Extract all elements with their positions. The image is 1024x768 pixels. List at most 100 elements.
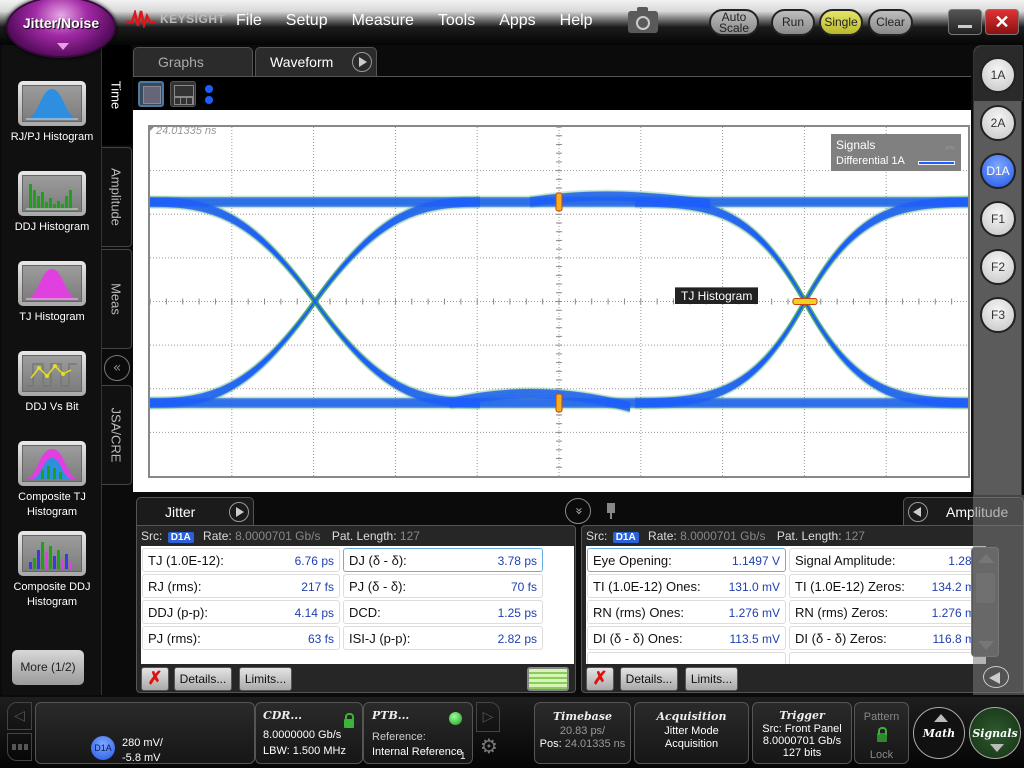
result-dj[interactable]: DJ (δ - δ): 3.78 ps [343, 548, 543, 572]
palette-item-rj-pj-histogram[interactable]: RJ/PJ Histogram [2, 81, 102, 145]
palette-item-composite-ddj-histogram[interactable]: Composite DDJ Histogram [2, 531, 102, 610]
result-label: PJ (δ - δ): [349, 579, 407, 594]
result-ti-zeros[interactable]: TI (1.0E-12) Zeros: 134.2 mV [789, 574, 986, 598]
signals-button[interactable]: Signals [969, 707, 1021, 759]
channel-status[interactable]: 280 mV/ -5.8 mV [35, 702, 255, 764]
grid-menu-icon[interactable] [7, 733, 32, 761]
result-label: TJ (1.0E-12): [148, 553, 224, 568]
menu-measure[interactable]: Measure [352, 12, 426, 30]
tab-jitter[interactable]: Jitter [136, 497, 254, 525]
cdr-status[interactable]: CDR... 8.0000000 Gb/s LBW: 1.500 MHz [255, 702, 363, 764]
delete-measurement-button[interactable]: ✗ [586, 667, 614, 691]
channel-badge[interactable]: D1A [91, 736, 115, 760]
signal-f2-button[interactable]: F2 [980, 249, 1016, 285]
dropdown-arrow-icon [57, 43, 69, 50]
result-label: RJ (rms): [148, 579, 202, 594]
result-rn-ones[interactable]: RN (rms) Ones: 1.276 mV [587, 600, 786, 624]
menu-help[interactable]: Help [560, 12, 605, 30]
palette-label: DDJ Vs Bit [25, 401, 79, 413]
math-button[interactable]: Math [913, 707, 965, 759]
acquisition-status[interactable]: Acquisition Jitter Mode Acquisition [634, 702, 749, 764]
multi-grid-layout-button[interactable] [170, 81, 196, 107]
signal-1a-button[interactable]: 1A [980, 57, 1016, 93]
limits-button[interactable]: Limits... [239, 667, 292, 691]
jitter-results: TJ (1.0E-12): 6.76 ps DJ (δ - δ): 3.78 ps … [141, 546, 574, 664]
back-icon[interactable] [908, 502, 928, 522]
menu-tools[interactable]: Tools [438, 12, 487, 30]
pin-icon[interactable] [607, 503, 615, 519]
signals-legend[interactable]: Signals ︽ Differential 1A [831, 134, 961, 171]
close-button[interactable]: ✕ [985, 9, 1019, 35]
trigger-status[interactable]: Trigger Src: Front Panel 8.0000701 Gb/s … [752, 702, 852, 764]
result-ddj[interactable]: DDJ (p-p): 4.14 ps [142, 600, 340, 624]
signal-2a-button[interactable]: 2A [980, 105, 1016, 141]
results-view-icon[interactable] [527, 667, 569, 691]
collapse-palette-button[interactable]: « [104, 355, 130, 381]
result-pj-rms[interactable]: PJ (rms): 63 fs [142, 626, 340, 650]
result-label: DDJ (p-p): [148, 605, 208, 620]
delete-measurement-button[interactable]: ✗ [141, 667, 169, 691]
tab-waveform[interactable]: Waveform [255, 47, 377, 76]
pattern-length-value: 127 [844, 529, 865, 543]
collapse-left-icon[interactable] [983, 666, 1009, 688]
result-tj[interactable]: TJ (1.0E-12): 6.76 ps [142, 548, 340, 572]
single-grid-layout-button[interactable] [138, 81, 164, 107]
signal-f3-button[interactable]: F3 [980, 297, 1016, 333]
status-bar: ◁ 280 mV/ -5.8 mV CDR... 8.0000000 Gb/s … [0, 697, 1024, 768]
details-button[interactable]: Details... [174, 667, 232, 691]
measurement-area: Jitter » Amplitude Src: D1A Rate: 8.0000… [133, 495, 1024, 695]
result-ti-ones[interactable]: TI (1.0E-12) Ones: 131.0 mV [587, 574, 786, 598]
scroll-left-icon[interactable]: ◁ [7, 702, 32, 730]
single-button[interactable]: Single [819, 9, 863, 36]
collapse-up-icon[interactable]: ︽ [945, 137, 955, 152]
tj-histogram-icon [18, 261, 86, 306]
palette-item-ddj-histogram[interactable]: DDJ Histogram [2, 171, 102, 235]
signal-d1a-button[interactable]: D1A [980, 153, 1016, 189]
vtab-meas[interactable]: Meas [102, 249, 132, 349]
menu-file[interactable]: File [236, 12, 274, 30]
clear-button[interactable]: Clear [868, 9, 913, 36]
timebase-status[interactable]: Timebase 20.83 ps/ Pos: 24.01335 ns [534, 702, 631, 764]
signal-f1-button[interactable]: F1 [980, 201, 1016, 237]
result-signal-amplitude[interactable]: Signal Amplitude: 1.28 V [789, 548, 986, 572]
ddj-vs-bit-icon [18, 351, 86, 396]
gear-icon[interactable]: ⚙ [478, 735, 500, 757]
palette-item-tj-histogram[interactable]: TJ Histogram [2, 261, 102, 325]
result-eye-opening[interactable]: Eye Opening: 1.1497 V [587, 548, 786, 572]
vtab-jsa-cre[interactable]: JSA/CRE [102, 385, 132, 485]
more-button[interactable]: More (1/2) [12, 650, 84, 685]
collapse-panels-icon[interactable]: » [565, 498, 591, 524]
play-icon[interactable] [352, 52, 372, 72]
result-rn-zeros[interactable]: RN (rms) Zeros: 1.276 mV [789, 600, 986, 624]
result-rj[interactable]: RJ (rms): 217 fs [142, 574, 340, 598]
scroll-right-icon[interactable]: ▷ [476, 702, 500, 732]
play-icon[interactable] [229, 502, 249, 522]
result-dcd[interactable]: DCD: 1.25 ps [343, 600, 543, 624]
jitter-source-line: Src: D1A Rate: 8.0000701 Gb/s Pat. Lengt… [141, 529, 428, 543]
result-pj-dd[interactable]: PJ (δ - δ): 70 fs [343, 574, 543, 598]
pattern-lock-icon [877, 727, 887, 742]
menu-setup[interactable]: Setup [286, 12, 340, 30]
result-label: DJ (δ - δ): [349, 553, 407, 568]
palette-item-ddj-vs-bit[interactable]: DDJ Vs Bit [2, 351, 102, 415]
vtab-time[interactable]: Time [102, 45, 132, 145]
palette-item-composite-tj-histogram[interactable]: Composite TJ Histogram [2, 441, 102, 520]
vtab-amplitude[interactable]: Amplitude [102, 147, 132, 247]
run-button[interactable]: Run [771, 9, 815, 36]
timebase-pos-value: 24.01335 ns [564, 738, 626, 750]
result-isi-j[interactable]: ISI-J (p-p): 2.82 ps [343, 626, 543, 650]
screenshot-camera-icon[interactable] [628, 7, 658, 33]
menu-apps[interactable]: Apps [499, 12, 547, 30]
auto-scale-button[interactable]: Auto Scale [709, 9, 759, 36]
result-di-zeros[interactable]: DI (δ - δ) Zeros: 116.8 mV [789, 626, 986, 650]
tab-graphs[interactable]: Graphs [133, 47, 253, 76]
result-value: 70 fs [510, 580, 537, 594]
pattern-lock-status[interactable]: Pattern Lock [854, 702, 909, 764]
result-di-ones[interactable]: DI (δ - δ) Ones: 113.5 mV [587, 626, 786, 650]
vtab-label: JSA/CRE [108, 407, 124, 463]
minimize-button[interactable] [948, 9, 982, 35]
limits-button[interactable]: Limits... [685, 667, 738, 691]
details-button[interactable]: Details... [620, 667, 678, 691]
ptb-status[interactable]: PTB... Reference: Internal Reference 1 [363, 702, 473, 764]
eye-diagram-graticule[interactable] [148, 125, 970, 478]
